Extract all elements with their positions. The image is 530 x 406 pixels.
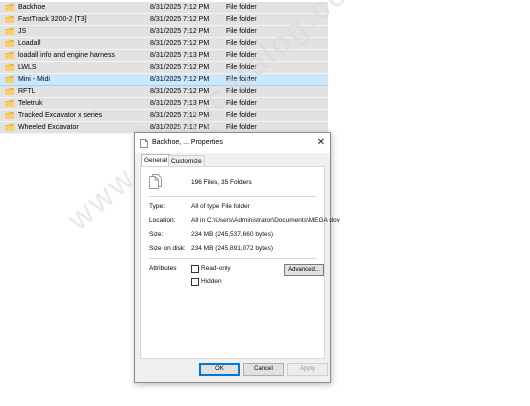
file-row[interactable]: FastTrack 3200-2 [T3] 8/31/2025 7:12 PM Fi… [0,14,328,26]
attributes-label: Attributes [149,265,177,272]
file-type: File folder [226,64,257,71]
document-icon [140,139,148,148]
size-on-disk-value: 234 MB (245,891,072 bytes) [191,245,274,252]
file-date-modified: 8/31/2025 7:12 PM [150,112,210,119]
folder-icon [5,64,14,71]
properties-dialog: Backhoe, ... Properties ✕ General Custom… [134,132,340,383]
folder-icon [5,100,14,107]
file-date-modified: 8/31/2025 7:12 PM [150,28,210,35]
file-type: File folder [226,112,257,119]
file-date-modified: 8/31/2025 7:12 PM [150,76,210,83]
file-type: File folder [226,52,257,59]
file-row[interactable]: LWLS 8/31/2025 7:12 PM File folder [0,62,328,74]
multiple-documents-icon [149,174,162,189]
file-date-modified: 8/31/2025 7:13 PM [150,100,210,107]
file-date-modified: 8/31/2025 7:12 PM [150,16,210,23]
folder-icon [5,4,14,11]
file-type: File folder [226,28,257,35]
contents-summary: 196 Files, 35 Folders [191,179,252,186]
file-name: LWLS [18,64,37,71]
file-type: File folder [226,76,257,83]
size-on-disk-label: Size on disk: [149,245,186,252]
file-name: Mini - Midi [18,76,50,83]
read-only-label: Read-only [201,265,231,272]
file-name: Backhoe [18,4,46,11]
type-label: Type: [149,203,165,210]
hidden-label: Hidden [201,278,222,285]
file-name: Wheeled Excavator [18,124,79,131]
dialog-title: Backhoe, ... Properties [152,139,223,146]
file-date-modified: 8/31/2025 7:13 PM [150,52,210,59]
file-date-modified: 8/31/2025 7:12 PM [150,64,210,71]
file-type: File folder [226,100,257,107]
dialog-titlebar[interactable]: Backhoe, ... Properties ✕ [135,133,330,153]
file-date-modified: 8/31/2025 7:12 PM [150,4,210,11]
folder-icon [5,16,14,23]
file-name: Teletruk [18,100,43,107]
file-row[interactable]: Backhoe 8/31/2025 7:12 PM File folder [0,2,328,14]
file-type: File folder [226,40,257,47]
folder-icon [5,88,14,95]
file-type: File folder [226,4,257,11]
file-name: Loadall [18,40,41,47]
file-name: Tracked Excavator x series [18,112,103,119]
folder-icon [5,112,14,119]
file-row[interactable]: Loadall 8/31/2025 7:12 PM File folder [0,38,328,50]
cancel-button[interactable]: Cancel [243,363,284,376]
location-value: All in C:\Users\Administrator\Documents\… [191,217,340,224]
file-row[interactable]: loadall info and engine harness 8/31/2025… [0,50,328,62]
hidden-checkbox[interactable] [191,278,199,286]
file-row[interactable]: Mini - Midi 8/31/2025 7:12 PM File folder [0,74,328,86]
folder-icon [5,28,14,35]
file-row[interactable]: Teletruk 8/31/2025 7:13 PM File folder [0,98,328,110]
read-only-checkbox[interactable] [191,265,199,273]
file-name: RFTL [18,88,36,95]
apply-button[interactable]: Apply [287,363,328,376]
file-list: Backhoe 8/31/2025 7:12 PM File folder FastT… [0,2,328,134]
location-label: Location: [149,217,176,224]
divider [149,258,316,259]
folder-icon [5,40,14,47]
file-row[interactable]: JS 8/31/2025 7:12 PM File folder [0,26,328,38]
file-date-modified: 8/31/2025 7:12 PM [150,88,210,95]
close-icon: ✕ [316,137,326,148]
file-date-modified: 8/31/2025 7:12 PM [150,40,210,47]
file-row[interactable]: Tracked Excavator x series 8/31/2025 7:12… [0,110,328,122]
divider [149,196,316,197]
file-type: File folder [226,88,257,95]
file-row[interactable]: RFTL 8/31/2025 7:12 PM File folder [0,86,328,98]
file-name: FastTrack 3200-2 [T3] [18,16,87,23]
close-button[interactable]: ✕ [314,136,328,150]
advanced-button[interactable]: Advanced... [284,264,324,276]
size-value: 234 MB (245,537,660 bytes) [191,231,274,238]
file-name: JS [18,28,27,35]
folder-icon [5,124,14,131]
ok-button[interactable]: OK [199,363,240,376]
folder-icon [5,52,14,59]
size-label: Size: [149,231,164,238]
file-type: File folder [226,16,257,23]
type-value: All of type File folder [191,203,250,210]
general-tab-panel: 196 Files, 35 Folders Type: All of type … [140,166,340,359]
file-name: loadall info and engine harness [18,52,115,59]
folder-icon [5,76,14,83]
